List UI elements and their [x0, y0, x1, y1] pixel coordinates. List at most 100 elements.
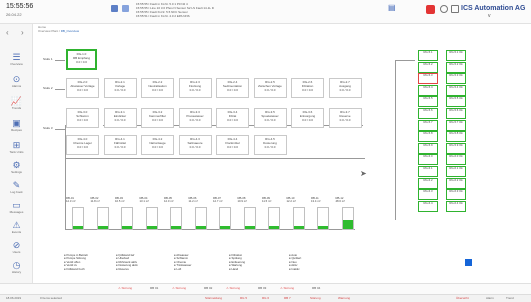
footer-alarm[interactable]: RB 7 [284, 296, 291, 300]
plant-box-level4[interactable]: RG-4.5 Dosierung 0.0 / 0.0 [253, 135, 287, 155]
user-dropdown[interactable]: v [488, 13, 491, 19]
plant-box-level2[interactable]: RG-2.3 Flockung 0.0 / 0.0 [178, 78, 212, 98]
window-button[interactable] [122, 5, 129, 12]
plant-box-level4[interactable]: RG-4.4 Flockmittel 0.0 / 0.0 [216, 135, 249, 155]
status-box[interactable]: RG-5.5 Ok [446, 96, 466, 108]
tank-gauge[interactable] [170, 207, 182, 230]
plant-box-level3[interactable]: RG-3.6 Entsorgung 0.0 / 0.0 [291, 108, 324, 128]
footer-alarm[interactable]: Warnung [338, 296, 350, 300]
status-box[interactable]: RG-5.9 [418, 142, 438, 154]
status-box[interactable]: RG-5.5 [418, 96, 438, 108]
alarm-acknowledge-button[interactable] [426, 5, 435, 14]
status-box[interactable]: RG-5.6 [418, 108, 438, 119]
tank-gauge[interactable] [341, 207, 354, 230]
plant-box-level4[interactable]: RG-4.1 Fällmittel 0.0 / 0.0 [103, 135, 137, 155]
alarm-tab[interactable]: ⚠ Störung [172, 286, 186, 290]
footer-alarm[interactable]: Störmeldung [205, 296, 222, 300]
status-box[interactable]: RG-6.3 Ok [446, 189, 466, 201]
tank-gauge[interactable] [292, 207, 305, 230]
status-box[interactable]: RG-5.7 [418, 119, 438, 131]
plant-box-level2[interactable]: RG-2.1 Vorlage 0.0 / 0.0 [103, 78, 137, 98]
sidebar-item-tank-units[interactable]: ⊞ Tank Units [0, 140, 33, 154]
sidebar-item-recipes[interactable]: ▣ Recipes [0, 118, 33, 132]
alarm-tab[interactable]: RB 02 [204, 286, 212, 290]
sidebar-item-overview[interactable]: ☰ Overview [0, 52, 33, 66]
plant-box-level3[interactable]: RG-3.1 Eindicker 0.0 / 0.0 [103, 108, 137, 128]
sidebar-item-history[interactable]: ◷ History [0, 260, 33, 274]
tank-gauge[interactable] [243, 207, 256, 230]
status-box[interactable]: RG-5.9 Ok [446, 142, 466, 154]
footer-alarm[interactable]: RG 6 [262, 296, 269, 300]
status-box[interactable]: RG-6.3 [418, 189, 438, 201]
status-box[interactable]: RG-6.2 [418, 177, 438, 189]
plant-box-level4[interactable]: RG-4.2 Natronlauge 0.0 / 0.0 [141, 135, 174, 155]
alarm-list-icon[interactable]: ▤ [388, 3, 396, 13]
status-box[interactable]: RG-5.4 [418, 84, 438, 96]
status-box[interactable]: RG-6.1 [418, 166, 438, 177]
status-box[interactable]: RG-5.7 Ok [446, 119, 466, 131]
plant-box-level2[interactable]: RG-2.2 Neutralisation 0.0 / 0.0 [141, 78, 174, 98]
plant-box-level2[interactable]: RG-2.6 Filtration 0.0 / 0.0 [291, 78, 324, 98]
status-box[interactable]: RG-6.4 [418, 200, 438, 212]
status-box[interactable]: RG-6.4 Ok [446, 200, 466, 212]
status-box[interactable]: RG-5.3 Ok [446, 73, 466, 85]
plant-box-level3[interactable]: RG-3.0 Schlamm 0.0 / 0.0 [66, 108, 99, 128]
plant-box-level4[interactable]: RG-4.0 Chemie Lager 0.0 / 0.0 [66, 135, 99, 155]
footer-nav[interactable]: Übersicht [456, 296, 469, 300]
status-indicator[interactable] [465, 259, 472, 266]
status-box[interactable]: RG-5.1 [418, 50, 438, 61]
tank-gauge[interactable] [145, 207, 158, 230]
sidebar-item-messages[interactable]: ▭ Messages [0, 200, 33, 214]
status-box[interactable]: RG-5.2 Ok [446, 61, 466, 73]
status-box[interactable]: RG-6.0 [418, 154, 438, 166]
alarm-tab[interactable]: RB 03 [258, 286, 266, 290]
alarm-tab[interactable]: ⚠ Störung [118, 286, 132, 290]
sidebar-item-events[interactable]: ⚠ Events [0, 220, 33, 234]
alarm-tab[interactable]: ⚠ Störung [226, 286, 240, 290]
info-icon[interactable] [440, 5, 448, 13]
screen-button[interactable] [111, 5, 118, 12]
breadcrumb-parent[interactable]: Overview Plant [38, 29, 58, 33]
status-box[interactable]: RG-5.8 Ok [446, 131, 466, 143]
sidebar-item-logbook[interactable]: ✎ Log book [0, 180, 33, 194]
alarm-tab[interactable]: ⚠ Störung [280, 286, 294, 290]
footer-nav[interactable]: Alarm [486, 296, 494, 300]
plant-box-level3[interactable]: RG-3.4 Filtrat 0.0 / 0.0 [216, 108, 249, 128]
tank-gauge[interactable] [72, 207, 84, 230]
monitor-icon[interactable] [451, 5, 459, 13]
sidebar-item-settings[interactable]: ⚙ Settings [0, 160, 33, 174]
tank-gauge[interactable] [121, 207, 133, 230]
tank-gauge[interactable] [317, 207, 329, 230]
forward-arrow-icon[interactable]: › [21, 28, 24, 37]
plant-box-level2[interactable]: RG-2.0 Abwasser Vorlage 0.0 / 0.0 [66, 78, 99, 98]
tank-gauge[interactable] [96, 207, 109, 230]
status-box[interactable]: RG-5.3 [418, 73, 438, 85]
status-box[interactable]: RG-5.2 [418, 61, 438, 73]
status-box[interactable]: RG-5.4 Ok [446, 84, 466, 96]
alarm-tab[interactable]: RB 01 [150, 286, 158, 290]
status-box[interactable]: RG-5.8 [418, 131, 438, 143]
plant-box-level3[interactable]: RG-3.7 Reserve 0.0 / 0.0 [328, 108, 362, 128]
sidebar-item-users[interactable]: ⊘ Users [0, 240, 33, 254]
footer-alarm[interactable]: RG 5 [240, 296, 247, 300]
alarm-tab[interactable]: RB 04 [312, 286, 320, 290]
status-box[interactable]: RG-5.6 Ok [446, 108, 466, 119]
sidebar-item-alarms[interactable]: ⊙ Alarms [0, 74, 33, 88]
alarm-list[interactable]: 15:55:55 I Fault in Kt-Nr. 5.0 1 P0 N2 4… [136, 2, 381, 18]
plant-box-level4[interactable]: RG-4.3 Salzsaeure 0.0 / 0.0 [178, 135, 212, 155]
plant-box-level3[interactable]: RG-3.3 Presswasser 0.0 / 0.0 [178, 108, 212, 128]
tank-gauge[interactable] [268, 207, 280, 230]
plant-box-level3[interactable]: RG-3.5 Spuelwasser 0.0 / 0.0 [253, 108, 287, 128]
plant-box-level2[interactable]: RG-2.5 Zwischen Vorlage 0.0 / 0.0 [253, 78, 287, 98]
tank-gauge[interactable] [194, 207, 207, 230]
status-box[interactable]: RG-6.1 Ok [446, 166, 466, 177]
status-box[interactable]: RG-6.0 Ok [446, 154, 466, 166]
tank-gauge[interactable] [219, 207, 231, 230]
footer-alarm[interactable]: Störung [310, 296, 321, 300]
plant-box-level3[interactable]: RG-3.2 Kammerfilter 0.0 / 0.0 [141, 108, 174, 128]
plant-box-level2[interactable]: RG-2.4 Sedimentation 0.0 / 0.0 [216, 78, 249, 98]
sidebar-item-trends[interactable]: 📈 Trends [0, 96, 33, 110]
back-arrow-icon[interactable]: ‹ [6, 28, 9, 37]
status-box[interactable]: RG-5.1 Ok [446, 50, 466, 61]
status-box[interactable]: RG-6.2 Ok [446, 177, 466, 189]
